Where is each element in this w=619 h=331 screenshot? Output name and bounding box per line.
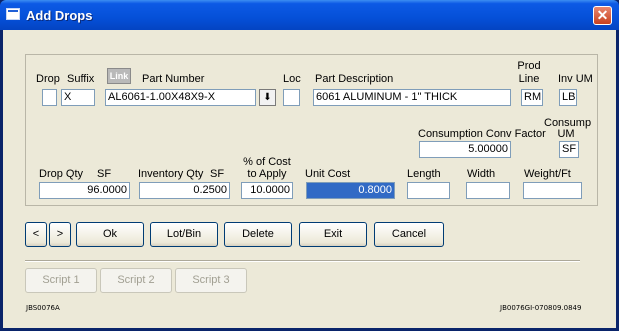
part-description-field[interactable]: 6061 ALUMINUM - 1" THICK bbox=[313, 89, 511, 106]
inventory-qty-unit-label: SF bbox=[210, 168, 225, 180]
delete-button[interactable]: Delete bbox=[224, 222, 292, 247]
loc-field[interactable] bbox=[283, 89, 300, 106]
separator bbox=[25, 260, 580, 262]
drop-details-group: Drop Suffix Link Part Number Loc Part De… bbox=[25, 54, 598, 206]
dialog-window: Add Drops ✕ Drop Suffix Link Part Number… bbox=[0, 0, 619, 331]
dropdown-arrow-icon: ⬇ bbox=[263, 92, 272, 103]
length-label: Length bbox=[407, 168, 441, 180]
length-field[interactable] bbox=[407, 182, 450, 199]
inv-um-field[interactable]: LB bbox=[559, 89, 577, 106]
part-number-field[interactable]: AL6061-1.00X48X9-X bbox=[105, 89, 256, 106]
suffix-label: Suffix bbox=[67, 73, 95, 85]
width-field[interactable] bbox=[466, 182, 510, 199]
close-button[interactable]: ✕ bbox=[593, 6, 612, 25]
consumption-conv-factor-label: Consumption Conv Factor bbox=[418, 128, 546, 140]
consump-um-field[interactable]: SF bbox=[559, 141, 579, 158]
part-number-dropdown-button[interactable]: ⬇ bbox=[259, 89, 276, 106]
window-title: Add Drops bbox=[26, 8, 93, 23]
dialog-client: Drop Suffix Link Part Number Loc Part De… bbox=[3, 30, 616, 328]
pct-cost-field[interactable]: 10.0000 bbox=[241, 182, 293, 199]
drop-qty-unit-label: SF bbox=[97, 168, 112, 180]
inventory-qty-label: Inventory Qty bbox=[138, 168, 204, 180]
consumption-conv-factor-field[interactable]: 5.00000 bbox=[419, 141, 511, 158]
prod-line-field[interactable]: RM bbox=[521, 89, 543, 106]
weight-ft-field[interactable] bbox=[523, 182, 582, 199]
drop-label: Drop bbox=[36, 73, 60, 85]
title-bar[interactable]: Add Drops ✕ bbox=[0, 0, 619, 30]
prod-line-label-2: Line bbox=[518, 73, 540, 85]
prev-button[interactable]: < bbox=[25, 222, 47, 247]
weight-ft-label: Weight/Ft bbox=[524, 168, 571, 180]
ok-button[interactable]: Ok bbox=[76, 222, 144, 247]
window-icon bbox=[6, 8, 20, 20]
suffix-field[interactable]: X bbox=[61, 89, 95, 106]
drop-qty-label: Drop Qty bbox=[39, 168, 84, 180]
drop-qty-field[interactable]: 96.0000 bbox=[39, 182, 130, 199]
cancel-button[interactable]: Cancel bbox=[374, 222, 444, 247]
script-1-button[interactable]: Script 1 bbox=[25, 268, 97, 293]
script-3-button[interactable]: Script 3 bbox=[175, 268, 247, 293]
link-button[interactable]: Link bbox=[107, 68, 131, 84]
part-description-label: Part Description bbox=[315, 73, 394, 85]
pct-cost-label-1: % of Cost bbox=[243, 156, 291, 168]
drop-field[interactable] bbox=[42, 89, 57, 106]
unit-cost-field[interactable]: 0.8000 bbox=[306, 182, 395, 199]
form-code-right: JB0076GI-070809.0849 bbox=[500, 304, 582, 312]
form-code-left: JBS0076A bbox=[26, 304, 60, 312]
inv-um-label: Inv UM bbox=[558, 73, 593, 85]
next-button[interactable]: > bbox=[49, 222, 71, 247]
pct-cost-label-2: to Apply bbox=[247, 168, 287, 180]
unit-cost-label: Unit Cost bbox=[305, 168, 351, 180]
part-number-label: Part Number bbox=[142, 73, 205, 85]
lot-bin-button[interactable]: Lot/Bin bbox=[150, 222, 218, 247]
exit-button[interactable]: Exit bbox=[299, 222, 367, 247]
loc-label: Loc bbox=[283, 73, 301, 85]
width-label: Width bbox=[467, 168, 496, 180]
consump-um-label-2: UM bbox=[557, 128, 575, 140]
prod-line-label-1: Prod bbox=[517, 60, 541, 72]
inventory-qty-field[interactable]: 0.2500 bbox=[139, 182, 230, 199]
script-2-button[interactable]: Script 2 bbox=[100, 268, 172, 293]
